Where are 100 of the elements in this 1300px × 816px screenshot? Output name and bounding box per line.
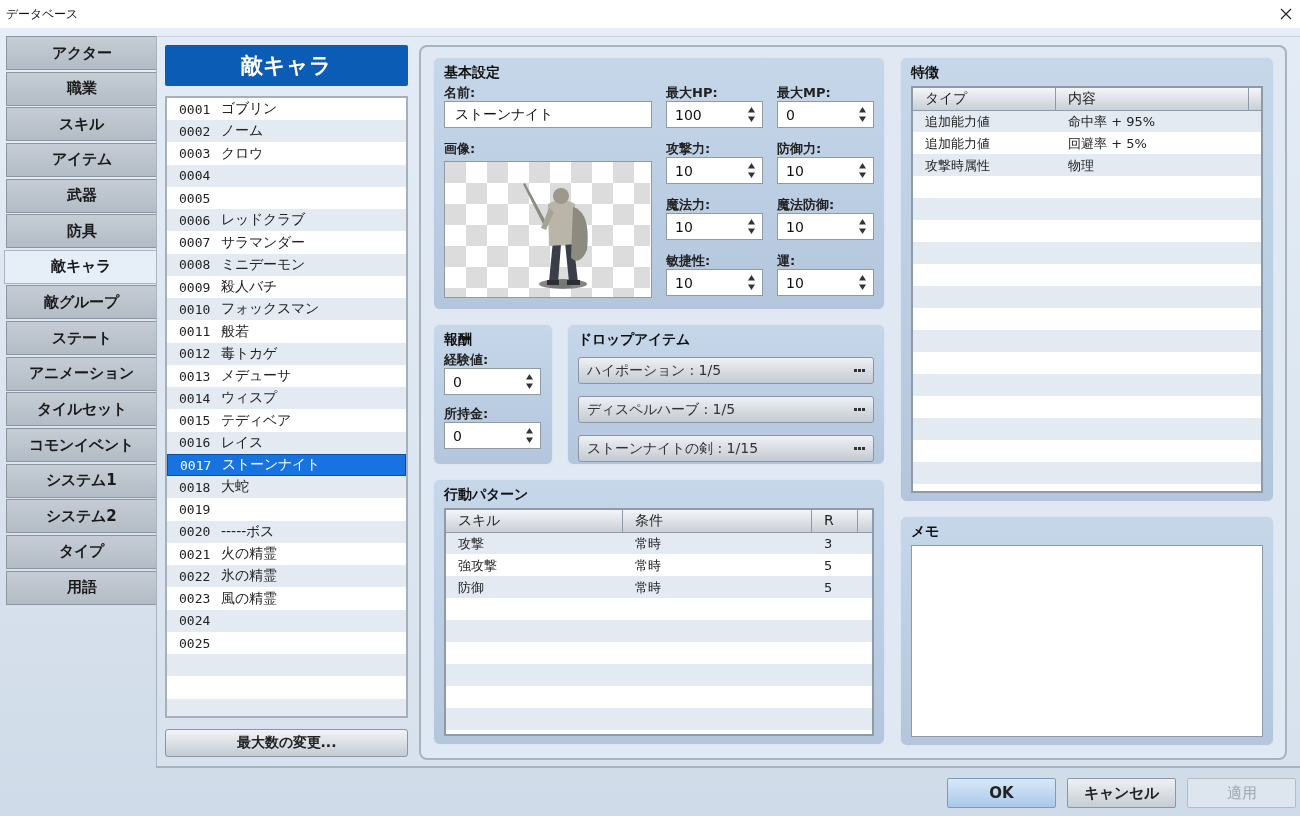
list-item[interactable]: 0024	[167, 609, 406, 632]
number-field[interactable]: 10	[777, 269, 874, 296]
drop-item-button[interactable]: ディスペルハーブ : 1/5	[578, 396, 874, 423]
change-max-button[interactable]: 最大数の変更...	[165, 729, 408, 757]
drop-item-button[interactable]: ハイポーション : 1/5	[578, 357, 874, 384]
number-field[interactable]: 100	[666, 101, 763, 128]
table-cell: 攻撃時属性	[925, 158, 990, 173]
group-title: 行動パターン	[444, 485, 528, 504]
list-item[interactable]: 0017 ストーンナイト	[167, 454, 406, 477]
tab[interactable]: アニメーション	[6, 356, 156, 391]
list-item[interactable]: 0021 火の精霊	[167, 543, 406, 566]
list-item[interactable]: 0002 ノーム	[167, 120, 406, 143]
column-header[interactable]: タイプ	[913, 88, 1056, 110]
tab[interactable]: システム1	[6, 463, 156, 498]
spinner-icon[interactable]	[858, 162, 867, 179]
table-cell: 常時	[635, 558, 661, 573]
tab[interactable]: 職業	[6, 71, 156, 106]
number-field[interactable]: 0	[444, 422, 541, 449]
tab[interactable]: 敵キャラ	[4, 249, 156, 284]
spinner-icon[interactable]	[858, 274, 867, 291]
column-header[interactable]: 内容	[1056, 88, 1249, 110]
tab[interactable]: アクター	[6, 36, 156, 70]
spinner-icon[interactable]	[525, 373, 534, 390]
column-header[interactable]: 条件	[623, 510, 812, 532]
table-cell: 5	[824, 580, 833, 595]
dialog-button[interactable]: キャンセル	[1067, 778, 1176, 808]
number-field[interactable]: 10	[777, 213, 874, 240]
spinner-icon[interactable]	[747, 274, 756, 291]
table-cell: 攻撃	[458, 536, 484, 551]
column-header[interactable]: R	[812, 510, 858, 532]
column-header[interactable]: スキル	[446, 510, 623, 532]
spinner-icon[interactable]	[525, 427, 534, 444]
field-label: 名前:	[444, 84, 476, 101]
field-label: 所持金:	[444, 405, 489, 422]
spinner-icon[interactable]	[747, 218, 756, 235]
list-item[interactable]: 0001 ゴブリン	[167, 98, 406, 121]
list-item[interactable]: 0010 フォックスマン	[167, 298, 406, 321]
tab[interactable]: 用語	[6, 570, 156, 605]
group-title: 特徴	[911, 63, 939, 82]
table-cell: 物理	[1068, 158, 1094, 173]
tab[interactable]: ステート	[6, 321, 156, 356]
list-item[interactable]: 0008 ミニデーモン	[167, 253, 406, 276]
table-cell: 追加能力値	[925, 136, 990, 151]
memo-field[interactable]	[911, 545, 1263, 737]
group-title: 基本設定	[444, 63, 500, 82]
list-item[interactable]: 0006 レッドクラブ	[167, 209, 406, 232]
name-field[interactable]: ストーンナイト	[444, 101, 652, 128]
number-field[interactable]: 0	[777, 101, 874, 128]
number-field[interactable]: 10	[777, 157, 874, 184]
number-field[interactable]: 10	[666, 269, 763, 296]
tab[interactable]: 武器	[6, 178, 156, 213]
spinner-icon[interactable]	[747, 106, 756, 123]
number-field[interactable]: 0	[444, 368, 541, 395]
more-icon	[854, 369, 865, 372]
field-label: 攻撃力:	[666, 140, 711, 157]
list-item[interactable]: 0016 レイス	[167, 431, 406, 454]
spinner-icon[interactable]	[858, 218, 867, 235]
list-item[interactable]: 0015 テディベア	[167, 409, 406, 432]
tab[interactable]: システム2	[6, 499, 156, 534]
list-item[interactable]: 0009 殺人バチ	[167, 276, 406, 299]
list-item[interactable]: 0012 毒トカゲ	[167, 342, 406, 365]
list-item[interactable]: 0007 サラマンダー	[167, 231, 406, 254]
tab[interactable]: 敵グループ	[6, 285, 156, 320]
list-item[interactable]: 0020 -----ボス	[167, 520, 406, 543]
list-item[interactable]: 0003 クロウ	[167, 142, 406, 165]
window-title: データベース	[6, 5, 78, 23]
tab[interactable]: アイテム	[6, 142, 156, 177]
list-item[interactable]: 0014 ウィスプ	[167, 387, 406, 410]
list-item[interactable]: 0023 風の精霊	[167, 587, 406, 610]
list-item[interactable]: 0018 大蛇	[167, 476, 406, 499]
list-item[interactable]: 0013 メデューサ	[167, 365, 406, 388]
close-icon[interactable]	[1280, 8, 1292, 20]
tab[interactable]: コモンイベント	[6, 428, 156, 463]
field-label: 最大HP:	[666, 84, 718, 101]
field-label: 画像:	[444, 140, 476, 157]
field-label: 敏捷性:	[666, 252, 711, 269]
number-field[interactable]: 10	[666, 213, 763, 240]
spinner-icon[interactable]	[858, 106, 867, 123]
list-item[interactable]: 0011 般若	[167, 320, 406, 343]
number-field[interactable]: 10	[666, 157, 763, 184]
table-cell: 常時	[635, 536, 661, 551]
spinner-icon[interactable]	[747, 162, 756, 179]
tab[interactable]: タイルセット	[6, 392, 156, 427]
tab[interactable]: 防具	[6, 214, 156, 249]
more-icon	[854, 408, 865, 411]
table-cell: 命中率 + 95%	[1068, 114, 1156, 129]
tab[interactable]: タイプ	[6, 534, 156, 569]
list-item[interactable]: 0025	[167, 632, 406, 655]
field-label: 防御力:	[777, 140, 822, 157]
list-item[interactable]: 0005	[167, 187, 406, 210]
field-label: 運:	[777, 252, 796, 269]
dialog-button[interactable]: OK	[947, 778, 1056, 808]
field-label: 経験値:	[444, 351, 489, 368]
table-cell: 常時	[635, 580, 661, 595]
tab[interactable]: スキル	[6, 107, 156, 142]
drop-item-button[interactable]: ストーンナイトの剣 : 1/15	[578, 435, 874, 462]
list-item[interactable]: 0022 氷の精霊	[167, 565, 406, 588]
list-item[interactable]: 0004	[167, 164, 406, 187]
list-item[interactable]: 0019	[167, 498, 406, 521]
group-title: メモ	[911, 522, 939, 541]
